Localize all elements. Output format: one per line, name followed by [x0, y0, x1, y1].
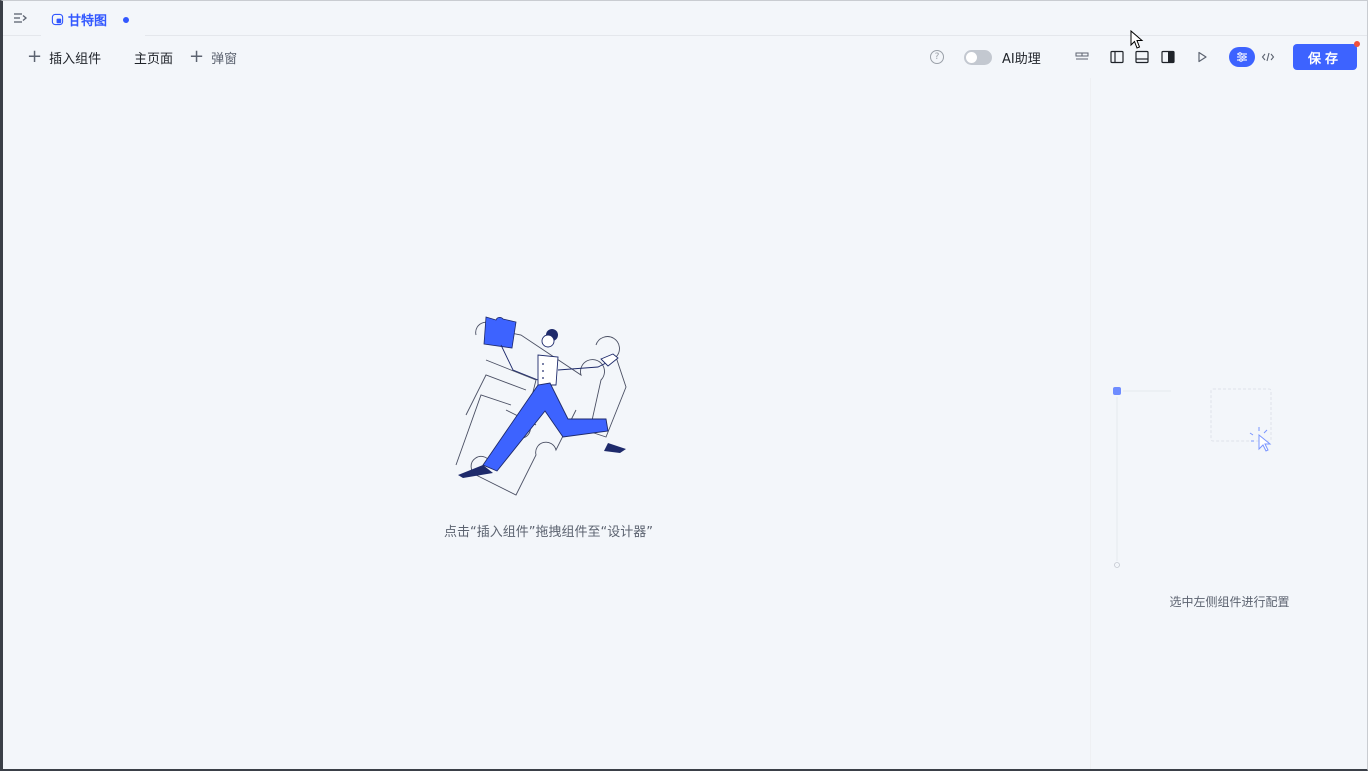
empty-canvas-hint: 点击“插入组件”拖拽组件至“设计器”	[444, 525, 653, 540]
insert-component-button[interactable]: + 插入组件	[27, 46, 102, 67]
main-page-label: 主页面	[134, 51, 174, 67]
add-popup-button[interactable]: + 弹窗	[189, 46, 238, 67]
panel-bottom-icon[interactable]	[1133, 48, 1151, 66]
main-page-tab[interactable]: 主页面	[134, 48, 174, 67]
code-icon[interactable]	[1259, 48, 1277, 66]
layout-top-icon[interactable]	[1073, 48, 1091, 66]
sliders-icon	[1237, 52, 1247, 62]
chart-icon	[51, 13, 64, 26]
plus-icon: +	[189, 46, 205, 67]
play-icon[interactable]	[1193, 48, 1211, 66]
designer-canvas[interactable]: 点击“插入组件”拖拽组件至“设计器”	[3, 78, 1090, 769]
save-button[interactable]: 保存	[1293, 44, 1357, 70]
property-panel-hint: 选中左侧组件进行配置	[1169, 595, 1290, 609]
tab-label: 甘特图	[68, 14, 108, 29]
tab-gantt[interactable]: 甘特图	[41, 3, 145, 36]
question-circle-icon[interactable]: ?	[930, 50, 944, 64]
insert-component-label: 插入组件	[49, 51, 102, 67]
tab-bar: 甘特图	[3, 1, 1367, 36]
toolbar: + 插入组件 主页面 + 弹窗 ? AI助理 保存	[3, 30, 1367, 78]
plus-icon: +	[27, 46, 43, 67]
ai-assistant-toggle[interactable]	[964, 50, 992, 65]
popup-label: 弹窗	[211, 51, 238, 67]
panel-left-icon[interactable]	[1108, 48, 1126, 66]
toggle-knob	[966, 52, 977, 63]
select-component-graphic	[1113, 387, 1272, 568]
notification-dot	[1354, 41, 1360, 47]
ai-assistant-label: AI助理	[1002, 52, 1041, 67]
settings-button[interactable]	[1229, 47, 1255, 67]
puzzle-person-illustration	[455, 316, 627, 496]
panel-right-filled-icon[interactable]	[1159, 48, 1177, 66]
mouse-cursor-icon	[1130, 30, 1144, 49]
unsaved-dot	[123, 17, 129, 23]
property-panel: 选中左侧组件进行配置	[1090, 78, 1367, 769]
menu-collapse-icon[interactable]	[12, 10, 28, 26]
